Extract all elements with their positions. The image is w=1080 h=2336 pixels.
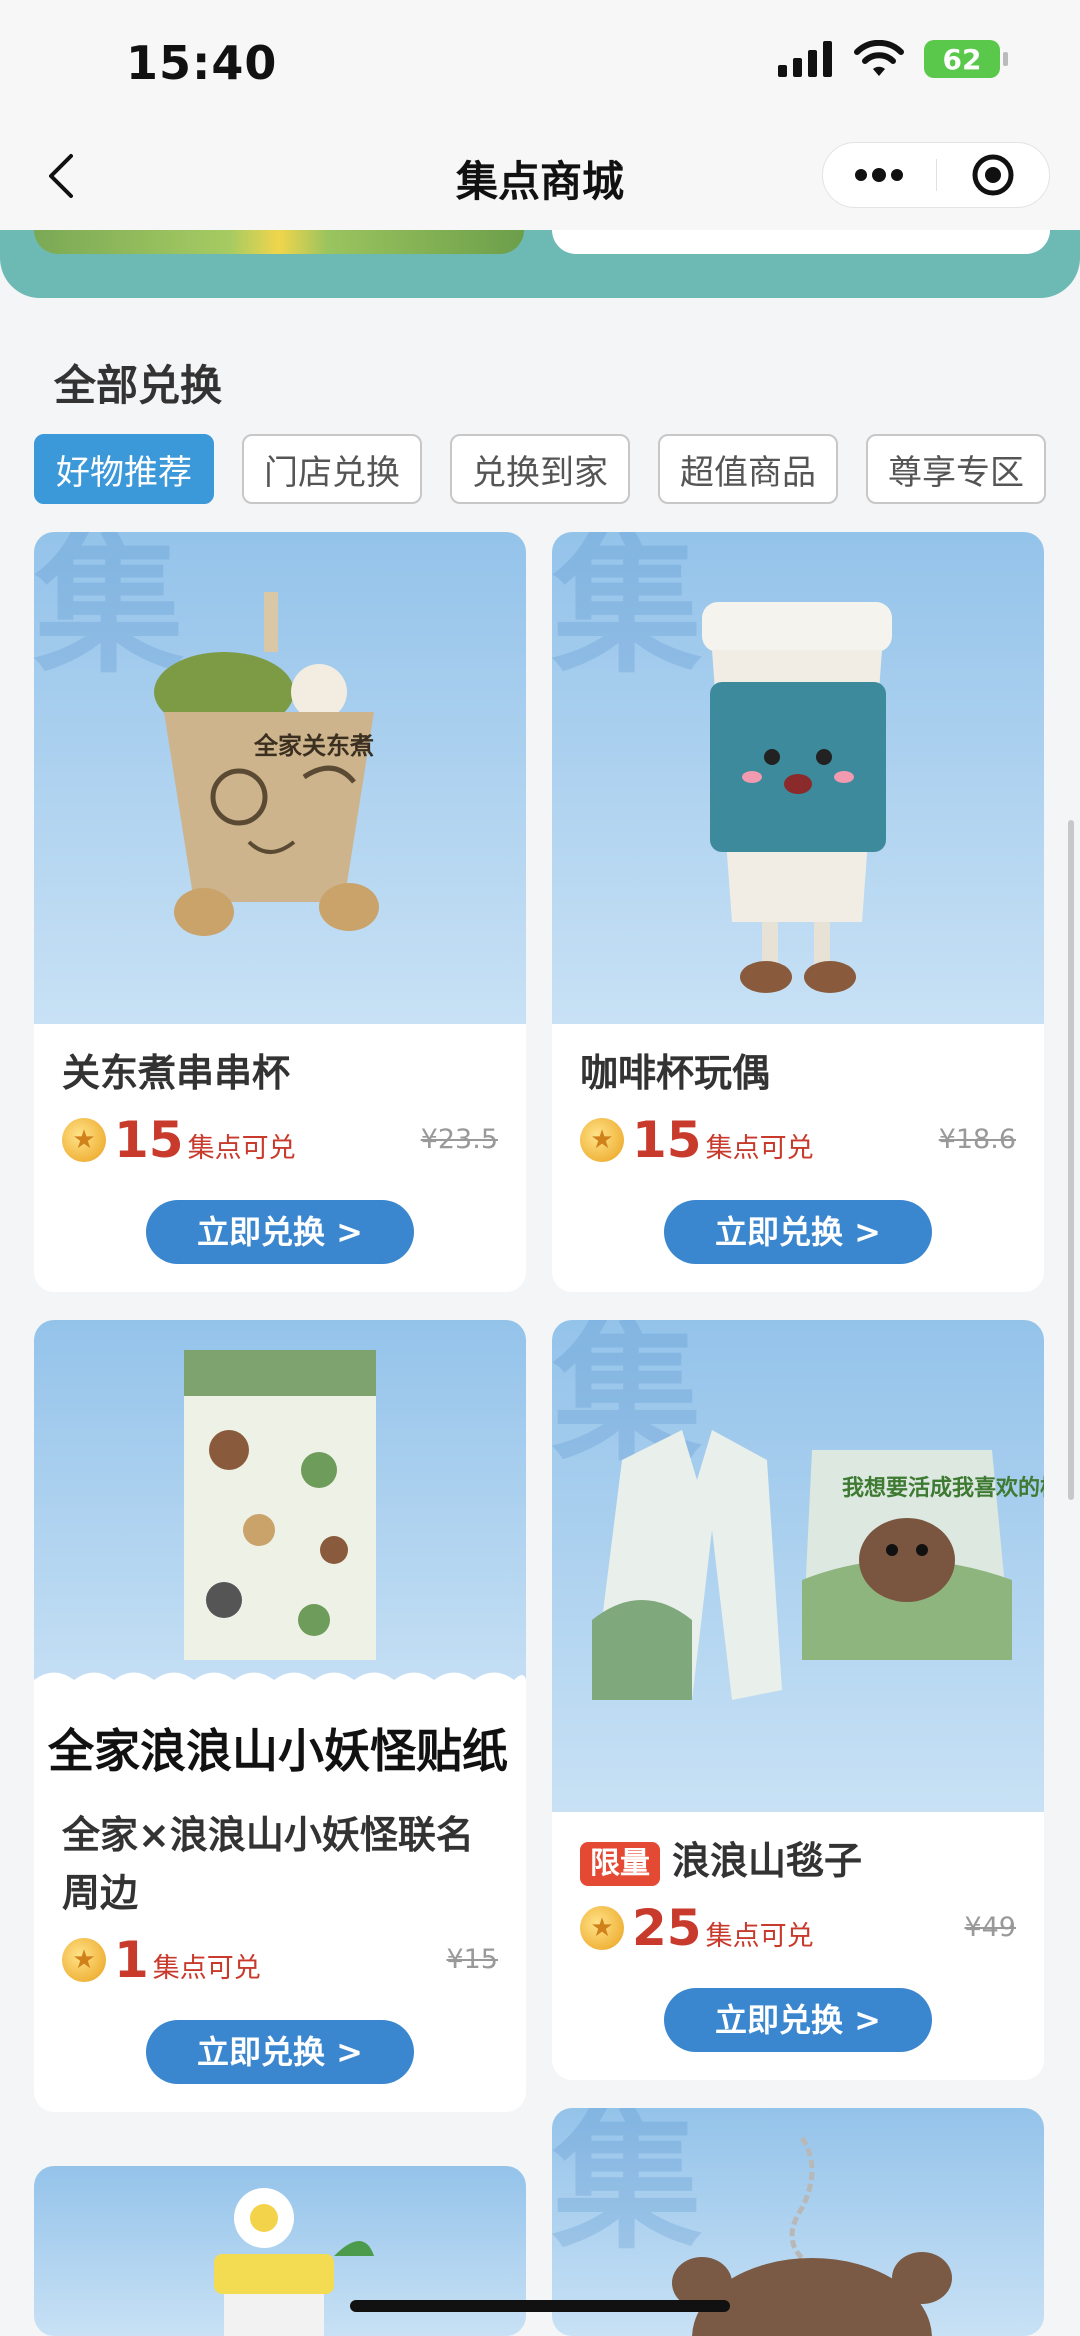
banner-image bbox=[34, 230, 524, 254]
redeem-button[interactable]: 立即兑换 > bbox=[146, 1200, 414, 1264]
product-image bbox=[34, 1320, 526, 1710]
more-dots-icon bbox=[855, 168, 904, 182]
status-icons: 62 bbox=[778, 40, 1008, 78]
blanket-text: 我想要活成我喜欢的样子 bbox=[842, 1475, 1044, 1501]
nav-bar: 集点商城 bbox=[0, 120, 1080, 230]
product-card[interactable]: 集 我想要活成我喜欢的样子 限量浪浪山毯子 ★ 25 集点可兑 ¥49 立即兑换… bbox=[552, 1320, 1044, 2080]
coin-icon: ★ bbox=[580, 1906, 624, 1950]
signal-icon bbox=[778, 41, 832, 77]
product-card[interactable]: 集 全家关东煮 关东煮串串杯 ★ 15 集点可兑 ¥23.5 立即兑换 > bbox=[34, 532, 526, 1292]
tab-value-items[interactable]: 超值商品 bbox=[658, 434, 838, 504]
price-row: ★ 15 集点可兑 ¥23.5 bbox=[62, 1110, 498, 1170]
section-title: 全部兑换 bbox=[54, 361, 223, 410]
product-image: 集 全家关东煮 bbox=[34, 532, 526, 1024]
status-time: 15:40 bbox=[126, 36, 278, 90]
product-title: 关东煮串串杯 bbox=[62, 1051, 291, 1095]
points-value: 15 bbox=[632, 1111, 702, 1169]
sticker-sheet-image bbox=[34, 1350, 526, 1710]
more-button[interactable] bbox=[823, 143, 936, 207]
points-label: 集点可兑 bbox=[187, 1132, 296, 1164]
cup-label: 全家关东煮 bbox=[253, 732, 374, 760]
price-row: ★ 1 集点可兑 ¥15 bbox=[62, 1930, 498, 1990]
tab-exclusive[interactable]: 尊享专区 bbox=[866, 434, 1046, 504]
tab-recommended[interactable]: 好物推荐 bbox=[34, 434, 214, 504]
product-title-text: 浪浪山毯子 bbox=[672, 1839, 863, 1883]
price-row: ★ 25 集点可兑 ¥49 bbox=[580, 1898, 1016, 1958]
coin-icon: ★ bbox=[62, 1118, 106, 1162]
wifi-icon bbox=[854, 40, 904, 76]
original-price: ¥49 bbox=[964, 1912, 1016, 1943]
original-price: ¥15 bbox=[446, 1944, 498, 1975]
image-caption: 全家浪浪山小妖怪贴纸 bbox=[48, 1724, 508, 1778]
product-image: 集 我想要活成我喜欢的样子 bbox=[552, 1320, 1044, 1812]
close-miniprogram-button[interactable] bbox=[937, 143, 1050, 207]
original-price: ¥18.6 bbox=[938, 1124, 1016, 1155]
coin-icon: ★ bbox=[580, 1118, 624, 1162]
promo-banner[interactable] bbox=[0, 230, 1080, 298]
blanket-image: 我想要活成我喜欢的样子 bbox=[592, 1430, 1044, 1700]
home-indicator[interactable] bbox=[350, 2300, 730, 2312]
redeem-button[interactable]: 立即兑换 > bbox=[664, 1988, 932, 2052]
redeem-button[interactable]: 立即兑换 > bbox=[146, 2020, 414, 2084]
product-card[interactable]: 集 咖啡杯玩偶 ★ 15 集点可兑 ¥18.6 立即兑换 > bbox=[552, 532, 1044, 1292]
oden-cup-plush-image: 全家关东煮 bbox=[154, 592, 379, 936]
product-card[interactable]: 全家浪浪山小妖怪贴纸 全家×浪浪山小妖怪联名周边 ★ 1 集点可兑 ¥15 立即… bbox=[34, 1320, 526, 2112]
status-bar: 15:40 62 bbox=[0, 0, 1080, 120]
battery-level: 62 bbox=[942, 42, 982, 76]
tab-store-redeem[interactable]: 门店兑换 bbox=[242, 434, 422, 504]
original-price: ¥23.5 bbox=[420, 1124, 498, 1155]
mini-program-capsule bbox=[822, 142, 1050, 208]
battery-icon: 62 bbox=[924, 40, 1008, 78]
points-label: 集点可兑 bbox=[152, 1952, 261, 1984]
points-value: 25 bbox=[632, 1899, 702, 1957]
target-icon bbox=[972, 154, 1014, 196]
banner-card bbox=[552, 230, 1050, 254]
category-tabs: 好物推荐 门店兑换 兑换到家 超值商品 尊享专区 bbox=[34, 434, 1046, 504]
limited-badge: 限量 bbox=[580, 1841, 660, 1886]
product-title: 全家×浪浪山小妖怪联名周边 bbox=[62, 1813, 474, 1915]
price-row: ★ 15 集点可兑 ¥18.6 bbox=[580, 1110, 1016, 1170]
tab-home-delivery[interactable]: 兑换到家 bbox=[450, 434, 630, 504]
product-title: 限量 浪浪山毯子 bbox=[580, 1832, 1016, 1890]
redeem-button[interactable]: 立即兑换 > bbox=[664, 1200, 932, 1264]
coin-icon: ★ bbox=[62, 1938, 106, 1982]
points-label: 集点可兑 bbox=[705, 1132, 814, 1164]
points-label: 集点可兑 bbox=[705, 1920, 814, 1952]
scroll-indicator[interactable] bbox=[1068, 820, 1074, 1500]
points-value: 1 bbox=[114, 1931, 149, 1989]
product-image: 集 bbox=[552, 532, 1044, 1024]
points-value: 15 bbox=[114, 1111, 184, 1169]
product-title: 咖啡杯玩偶 bbox=[580, 1051, 771, 1095]
coffee-cup-plush-image bbox=[702, 602, 892, 993]
